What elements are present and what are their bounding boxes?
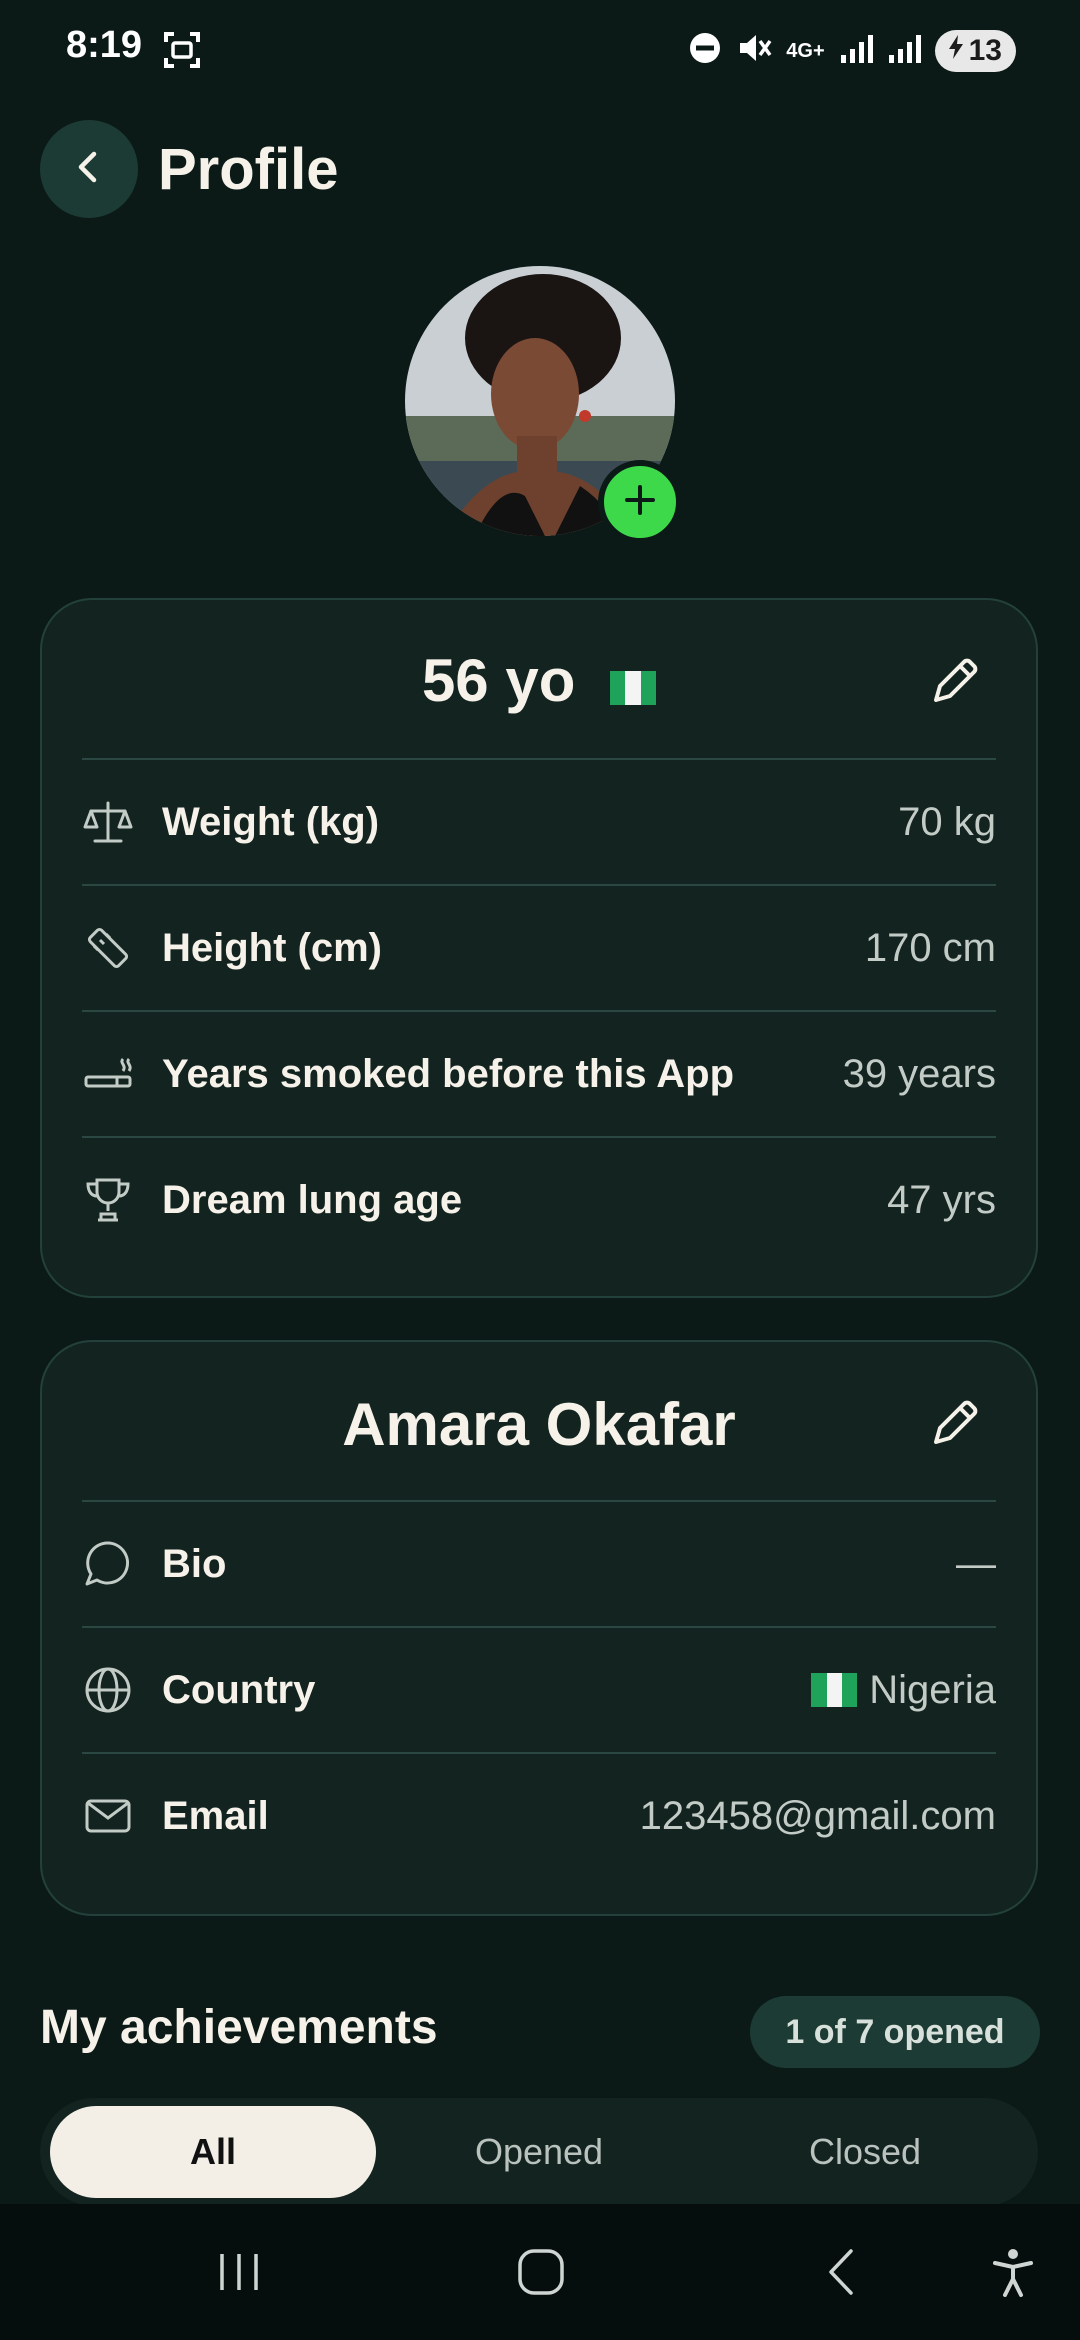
tab-all[interactable]: All — [50, 2106, 376, 2198]
recents-icon — [214, 2250, 264, 2299]
dream-lung-age-label: Dream lung age — [162, 1177, 463, 1222]
stats-card: 56 yo Weight (kg) 70 kg Height (cm) 170 … — [40, 598, 1038, 1298]
email-value: 123458@gmail.com — [639, 1793, 996, 1838]
years-smoked-row[interactable]: Years smoked before this App 39 years — [82, 1012, 996, 1136]
pencil-icon — [926, 658, 982, 714]
trophy-icon — [82, 1174, 134, 1226]
chevron-left-icon — [69, 147, 109, 192]
edit-stats-button[interactable] — [926, 654, 982, 710]
charging-icon — [947, 34, 965, 68]
email-row[interactable]: Email 123458@gmail.com — [82, 1754, 996, 1878]
screenshot-icon — [162, 30, 202, 75]
add-photo-button[interactable] — [598, 460, 682, 544]
country-row[interactable]: Country Nigeria — [82, 1628, 996, 1752]
pencil-icon — [926, 1400, 982, 1456]
network-label: 4G+ — [786, 39, 825, 62]
height-label: Height (cm) — [162, 925, 382, 970]
age-heading: 56 yo — [42, 646, 1036, 715]
country-value-wrap: Nigeria — [811, 1668, 996, 1713]
scale-icon — [82, 796, 134, 848]
back-nav-button[interactable] — [808, 2244, 878, 2304]
weight-label: Weight (kg) — [162, 799, 380, 844]
cigarette-icon — [82, 1048, 134, 1100]
achievements-filter: All Opened Closed — [40, 2098, 1038, 2206]
bio-label: Bio — [162, 1541, 227, 1586]
system-nav-bar — [0, 2204, 1080, 2340]
home-icon — [516, 2247, 566, 2302]
dnd-icon — [688, 31, 722, 72]
email-label: Email — [162, 1793, 269, 1838]
signal-icon-2 — [887, 33, 921, 70]
mute-icon — [736, 31, 772, 72]
signal-icon — [839, 33, 873, 70]
height-row[interactable]: Height (cm) 170 cm — [82, 886, 996, 1010]
years-smoked-label: Years smoked before this App — [162, 1051, 735, 1096]
weight-value: 70 kg — [898, 799, 996, 844]
tab-closed[interactable]: Closed — [702, 2106, 1028, 2198]
page-title: Profile — [158, 137, 339, 202]
tab-opened[interactable]: Opened — [376, 2106, 702, 2198]
chat-bubble-icon — [82, 1538, 134, 1590]
ruler-icon — [82, 922, 134, 974]
achievements-title: My achievements — [40, 2001, 438, 2054]
battery-indicator: 13 — [934, 30, 1016, 72]
bio-row[interactable]: Bio — — [82, 1502, 996, 1626]
country-value: Nigeria — [869, 1667, 996, 1712]
info-card: Amara Okafar Bio — Country Nigeria Email… — [40, 1340, 1038, 1916]
nigeria-flag-icon — [610, 671, 657, 705]
battery-level: 13 — [968, 34, 1002, 67]
bio-value: — — [956, 1541, 996, 1586]
recents-button[interactable] — [204, 2244, 274, 2304]
plus-icon — [622, 482, 658, 523]
home-button[interactable] — [506, 2244, 576, 2304]
age-title: 56 yo — [421, 647, 576, 714]
mail-icon — [82, 1790, 134, 1842]
weight-row[interactable]: Weight (kg) 70 kg — [82, 760, 996, 884]
user-name: Amara Okafar — [342, 1391, 736, 1458]
globe-icon — [82, 1664, 134, 1716]
nigeria-flag-icon — [811, 1673, 858, 1707]
years-smoked-value: 39 years — [842, 1051, 996, 1096]
achievements-badge: 1 of 7 opened — [750, 1996, 1040, 2068]
height-value: 170 cm — [864, 925, 996, 970]
back-button[interactable] — [40, 120, 138, 218]
accessibility-icon — [991, 2247, 1035, 2302]
edit-info-button[interactable] — [926, 1396, 982, 1452]
dream-lung-age-row[interactable]: Dream lung age 47 yrs — [82, 1138, 996, 1262]
back-nav-icon — [823, 2247, 863, 2302]
status-icons: 4G+ 13 — [688, 30, 1016, 72]
dream-lung-age-value: 47 yrs — [887, 1177, 996, 1222]
country-label: Country — [162, 1667, 316, 1712]
accessibility-button[interactable] — [978, 2244, 1048, 2304]
status-time: 8:19 — [66, 24, 143, 66]
